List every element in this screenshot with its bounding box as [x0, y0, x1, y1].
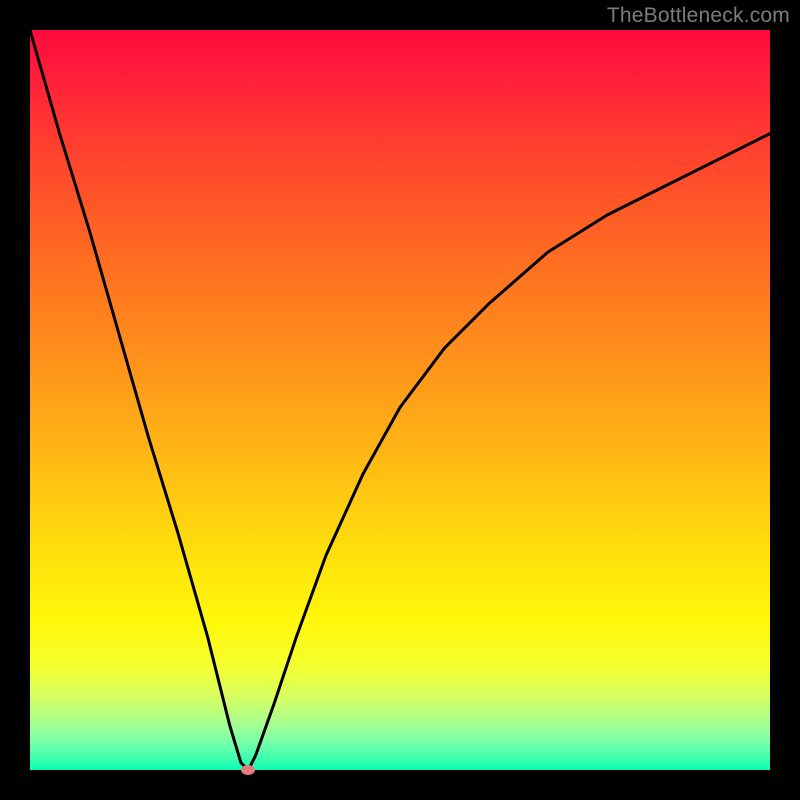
chart-frame: TheBottleneck.com — [0, 0, 800, 800]
curve-path — [30, 30, 770, 770]
minimum-marker — [241, 765, 255, 775]
bottleneck-curve — [30, 30, 770, 770]
watermark-text: TheBottleneck.com — [607, 4, 790, 28]
plot-area — [30, 30, 770, 770]
